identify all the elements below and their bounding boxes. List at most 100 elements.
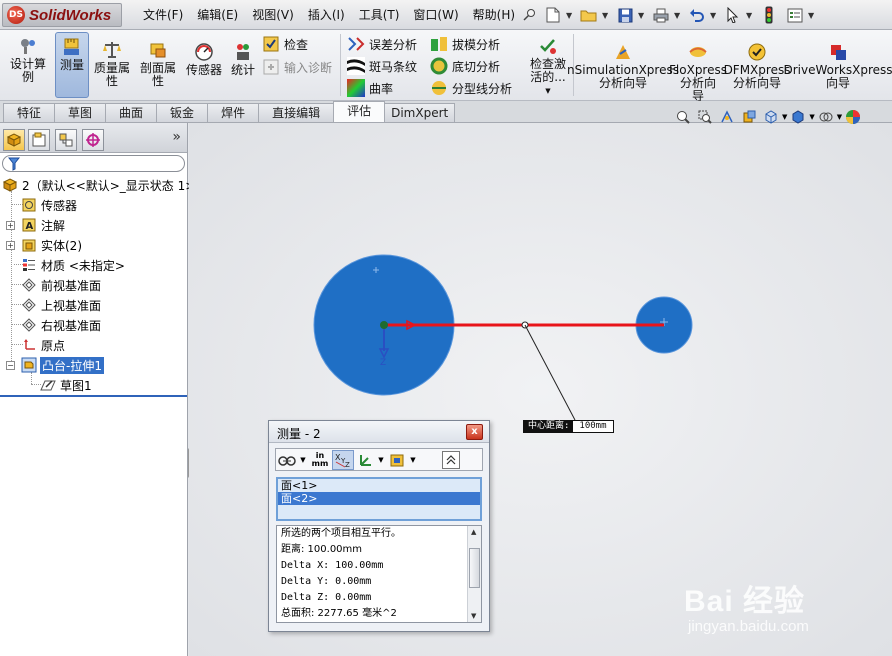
select-dropdown-icon[interactable]: ▼: [746, 11, 756, 20]
appearance-icon[interactable]: [842, 108, 864, 126]
save-icon[interactable]: [612, 4, 638, 26]
menu-help[interactable]: 帮助(H): [466, 6, 522, 23]
center-distance-callout[interactable]: 中心距离: 100mm: [523, 420, 614, 433]
tree-item-boss-extrude[interactable]: − 凸台-拉伸1: [0, 355, 188, 375]
projected-on-icon[interactable]: [386, 450, 408, 470]
tab-evaluate[interactable]: 评估: [333, 101, 386, 122]
menu-view[interactable]: 视图(V): [245, 6, 301, 23]
import-diagnostics-button[interactable]: 输入诊断: [262, 56, 332, 78]
point-to-point-icon[interactable]: [354, 450, 376, 470]
mass-properties-button[interactable]: 质量属性: [92, 40, 132, 88]
scroll-down-icon[interactable]: ▼: [471, 612, 476, 620]
tab-surfaces[interactable]: 曲面: [105, 103, 158, 122]
pin-icon[interactable]: [522, 8, 536, 22]
print-dropdown-icon[interactable]: ▼: [674, 11, 684, 20]
dimxpert-manager-tab-icon[interactable]: [82, 129, 104, 151]
check-active-dropdown-icon[interactable]: ▼: [545, 85, 550, 98]
check-button[interactable]: 检查: [262, 33, 308, 55]
tab-sheet-metal[interactable]: 钣金: [156, 103, 209, 122]
section-properties-button[interactable]: 剖面属性: [138, 40, 178, 88]
measure-button[interactable]: 测量: [55, 32, 89, 98]
tree-filter-input[interactable]: [2, 155, 185, 172]
arc-circle-measure-icon[interactable]: [276, 450, 298, 470]
menu-tools[interactable]: 工具(T): [352, 6, 407, 23]
collapse-icon[interactable]: −: [6, 360, 15, 370]
projected-on-dropdown-icon[interactable]: ▼: [408, 450, 418, 470]
undo-dropdown-icon[interactable]: ▼: [710, 11, 720, 20]
configuration-manager-tab-icon[interactable]: [55, 129, 77, 151]
tree-item-sketch1[interactable]: 草图1: [0, 375, 188, 395]
tree-root-part[interactable]: 2（默认<<默认>_显示状态 1>): [0, 175, 200, 195]
zebra-stripes-button[interactable]: 斑马条纹: [347, 55, 417, 77]
curvature-button[interactable]: 曲率: [347, 77, 393, 99]
show-xyz-measurements-icon[interactable]: XYZ: [332, 449, 354, 470]
deviation-analysis-button[interactable]: 误差分析: [347, 33, 417, 55]
undercut-analysis-button[interactable]: 底切分析: [430, 55, 500, 77]
measure-selection-list[interactable]: 面<1> 面<2>: [276, 477, 482, 521]
expand-icon[interactable]: +: [6, 220, 15, 230]
tree-item-origin[interactable]: 原点: [0, 335, 188, 355]
view-orientation-icon[interactable]: [760, 108, 782, 126]
menu-insert[interactable]: 插入(I): [301, 6, 352, 23]
arc-measure-dropdown-icon[interactable]: ▼: [298, 450, 308, 470]
expand-icon[interactable]: +: [6, 240, 15, 250]
tree-item-right-plane[interactable]: 右视基准面: [0, 315, 188, 335]
scroll-up-icon[interactable]: ▲: [471, 528, 476, 536]
section-view-icon[interactable]: [738, 108, 760, 126]
open-folder-icon[interactable]: [576, 4, 602, 26]
collapse-dialog-icon[interactable]: [442, 450, 460, 469]
list-item[interactable]: 面<2>: [278, 492, 480, 505]
tree-item-annotations[interactable]: + A 注解: [0, 215, 188, 235]
new-document-icon[interactable]: [540, 4, 566, 26]
previous-view-icon[interactable]: [716, 108, 738, 126]
panel-expand-icon[interactable]: »: [172, 129, 181, 145]
tree-item-sensors[interactable]: 传感器: [0, 195, 188, 215]
simulationxpress-button[interactable]: nSimulationXpress 分析向导: [567, 42, 679, 90]
dfmxpress-button[interactable]: DFMXpress 分析向导: [724, 42, 790, 90]
rebuild-traffic-light-icon[interactable]: [756, 4, 782, 26]
driveworksxpress-button[interactable]: DriveWorksXpress 向导: [783, 42, 892, 90]
zoom-to-fit-icon[interactable]: [672, 108, 694, 126]
draft-analysis-button[interactable]: 拔模分析: [430, 33, 500, 55]
select-pointer-icon[interactable]: [720, 4, 746, 26]
options-icon[interactable]: [782, 4, 808, 26]
tab-direct-edit[interactable]: 直接编辑: [258, 103, 335, 122]
property-manager-tab-icon[interactable]: [28, 129, 50, 151]
zoom-to-area-icon[interactable]: [694, 108, 716, 126]
tab-sketch[interactable]: 草图: [54, 103, 107, 122]
check-active-doc-button[interactable]: 检查激活的... ▼: [526, 36, 570, 98]
tree-item-front-plane[interactable]: 前视基准面: [0, 275, 188, 295]
menu-edit[interactable]: 编辑(E): [190, 6, 245, 23]
menu-window[interactable]: 窗口(W): [406, 6, 465, 23]
list-item[interactable]: 面<1>: [278, 479, 480, 492]
display-style-icon[interactable]: [787, 108, 809, 126]
feature-manager-tab-icon[interactable]: [3, 129, 25, 151]
save-dropdown-icon[interactable]: ▼: [638, 11, 648, 20]
print-icon[interactable]: [648, 4, 674, 26]
statistics-button[interactable]: 统计: [229, 42, 257, 77]
app-logo[interactable]: DS SolidWorks: [2, 3, 122, 27]
close-button[interactable]: x: [466, 424, 483, 440]
options-dropdown-icon[interactable]: ▼: [808, 11, 818, 20]
open-dropdown-icon[interactable]: ▼: [602, 11, 612, 20]
undo-icon[interactable]: [684, 4, 710, 26]
hide-show-items-icon[interactable]: [815, 108, 837, 126]
measure-dialog-titlebar[interactable]: 测量 - 2 x: [269, 421, 489, 443]
tab-weldments[interactable]: 焊件: [207, 103, 260, 122]
tree-item-top-plane[interactable]: 上视基准面: [0, 295, 188, 315]
design-study-button[interactable]: 设计算例: [6, 36, 50, 84]
new-dropdown-icon[interactable]: ▼: [566, 11, 576, 20]
results-scrollbar[interactable]: ▲ ▼: [467, 526, 481, 622]
scrollbar-thumb[interactable]: [469, 548, 480, 588]
menu-file[interactable]: 文件(F): [136, 6, 190, 23]
units-precision-button[interactable]: in mm: [308, 450, 332, 470]
floxpress-button[interactable]: FloXpress 分析向 导: [669, 42, 727, 103]
tree-item-solid-bodies[interactable]: + 实体(2): [0, 235, 188, 255]
coordinate-system-dropdown-icon[interactable]: ▼: [376, 450, 386, 470]
sensor-button[interactable]: 传感器: [184, 42, 224, 77]
tab-features[interactable]: 特征: [3, 103, 56, 122]
tree-item-material[interactable]: 材质 <未指定>: [0, 255, 188, 275]
tab-dimxpert[interactable]: DimXpert: [384, 103, 456, 122]
parting-line-analysis-button[interactable]: 分型线分析: [430, 77, 512, 99]
result-delta-y: Delta Y: 0.00mm: [281, 576, 372, 587]
